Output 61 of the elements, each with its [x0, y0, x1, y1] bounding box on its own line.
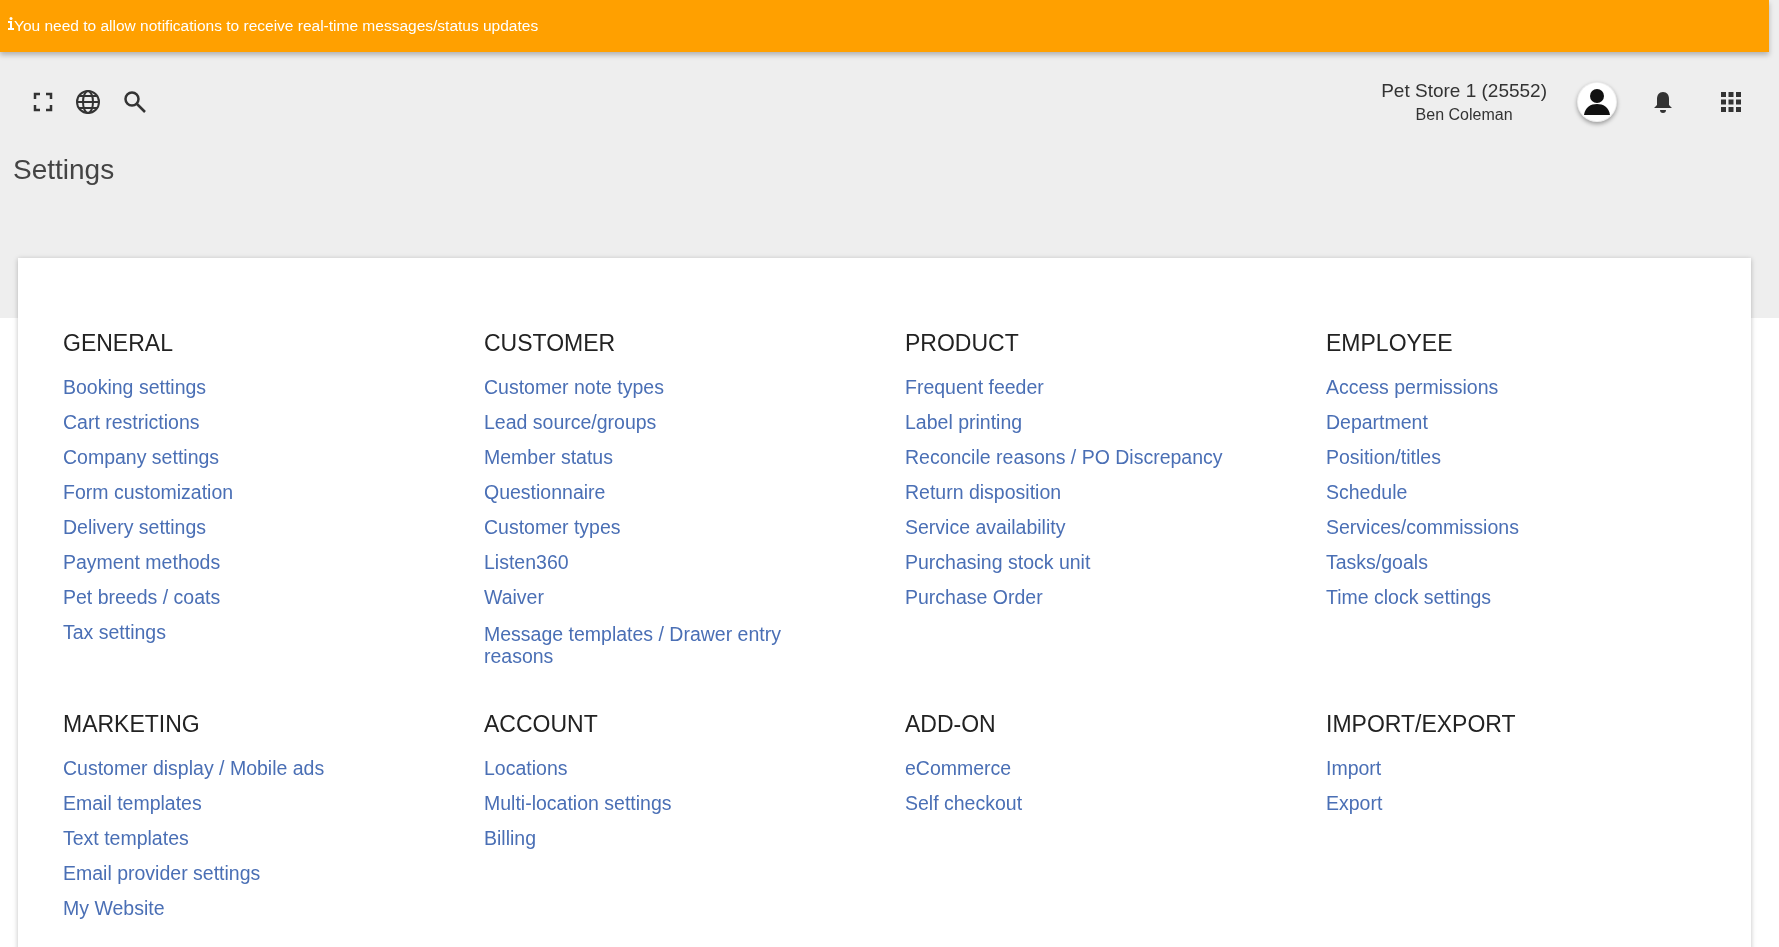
settings-link[interactable]: Lead source/groups — [484, 405, 657, 440]
section-heading: CUSTOMER — [484, 330, 616, 357]
settings-link[interactable]: My Website — [63, 891, 165, 926]
settings-link[interactable]: Member status — [484, 440, 613, 475]
settings-link[interactable]: Time clock settings — [1326, 580, 1492, 615]
settings-link[interactable]: Reconcile reasons / PO Discrepancy — [905, 440, 1223, 475]
store-name: Pet Store 1 (25552) — [1381, 80, 1547, 102]
settings-link[interactable]: Pet breeds / coats — [63, 580, 221, 615]
settings-link[interactable]: Customer display / Mobile ads — [63, 751, 325, 786]
settings-link[interactable]: Message templates / Drawer entry reasons — [484, 623, 834, 667]
settings-link[interactable]: Tax settings — [63, 615, 166, 650]
settings-link[interactable]: Questionnaire — [484, 475, 606, 510]
section-heading: IMPORT/EXPORT — [1326, 711, 1516, 738]
settings-link[interactable]: Company settings — [63, 440, 220, 475]
banner-text: You need to allow notifications to receive real-time messages/status updates — [14, 17, 539, 35]
settings-link[interactable]: Billing — [484, 821, 537, 856]
section-heading: MARKETING — [63, 711, 200, 738]
search-icon[interactable] — [123, 90, 147, 114]
settings-link[interactable]: Purchase Order — [905, 580, 1043, 615]
settings-link[interactable]: Self checkout — [905, 786, 1023, 821]
settings-link[interactable]: Label printing — [905, 405, 1023, 440]
settings-link[interactable]: Delivery settings — [63, 510, 207, 545]
settings-link[interactable]: Purchasing stock unit — [905, 545, 1091, 580]
section-heading: ACCOUNT — [484, 711, 598, 738]
settings-link[interactable]: Position/titles — [1326, 440, 1441, 475]
settings-link[interactable]: Schedule — [1326, 475, 1408, 510]
settings-link[interactable]: Tasks/goals — [1326, 545, 1428, 580]
settings-link[interactable]: Frequent feeder — [905, 370, 1044, 405]
settings-link[interactable]: Services/commissions — [1326, 510, 1519, 545]
bell-icon[interactable] — [1653, 90, 1673, 114]
settings-link[interactable]: Department — [1326, 405, 1428, 440]
settings-link[interactable]: Locations — [484, 751, 568, 786]
settings-link[interactable]: Email provider settings — [63, 856, 261, 891]
settings-link[interactable]: Waiver — [484, 580, 544, 615]
section-heading: EMPLOYEE — [1326, 330, 1453, 357]
settings-link[interactable]: Import — [1326, 751, 1382, 786]
settings-link[interactable]: Text templates — [63, 821, 189, 856]
globe-icon[interactable] — [75, 89, 101, 115]
settings-link[interactable]: Customer note types — [484, 370, 664, 405]
info-icon — [8, 16, 14, 30]
section-heading: GENERAL — [63, 330, 173, 357]
apps-grid-icon[interactable] — [1721, 92, 1741, 112]
settings-link[interactable]: Email templates — [63, 786, 202, 821]
settings-link[interactable]: Service availability — [905, 510, 1066, 545]
settings-link[interactable]: Cart restrictions — [63, 405, 200, 440]
user-name: Ben Coleman — [1415, 106, 1513, 124]
settings-link[interactable]: Access permissions — [1326, 370, 1499, 405]
settings-link[interactable]: Payment methods — [63, 545, 221, 580]
settings-link[interactable]: Multi-location settings — [484, 786, 672, 821]
settings-link[interactable]: eCommerce — [905, 751, 1012, 786]
fullscreen-icon[interactable] — [33, 92, 53, 112]
settings-link[interactable]: Listen360 — [484, 545, 569, 580]
settings-link[interactable]: Form customization — [63, 475, 234, 510]
page-title: Settings — [12, 154, 116, 186]
settings-link[interactable]: Booking settings — [63, 370, 207, 405]
settings-link[interactable]: Export — [1326, 786, 1383, 821]
avatar-icon[interactable] — [1577, 82, 1617, 122]
section-heading: ADD-ON — [905, 711, 996, 738]
section-heading: PRODUCT — [905, 330, 1019, 357]
settings-link[interactable]: Customer types — [484, 510, 621, 545]
settings-link[interactable]: Return disposition — [905, 475, 1062, 510]
